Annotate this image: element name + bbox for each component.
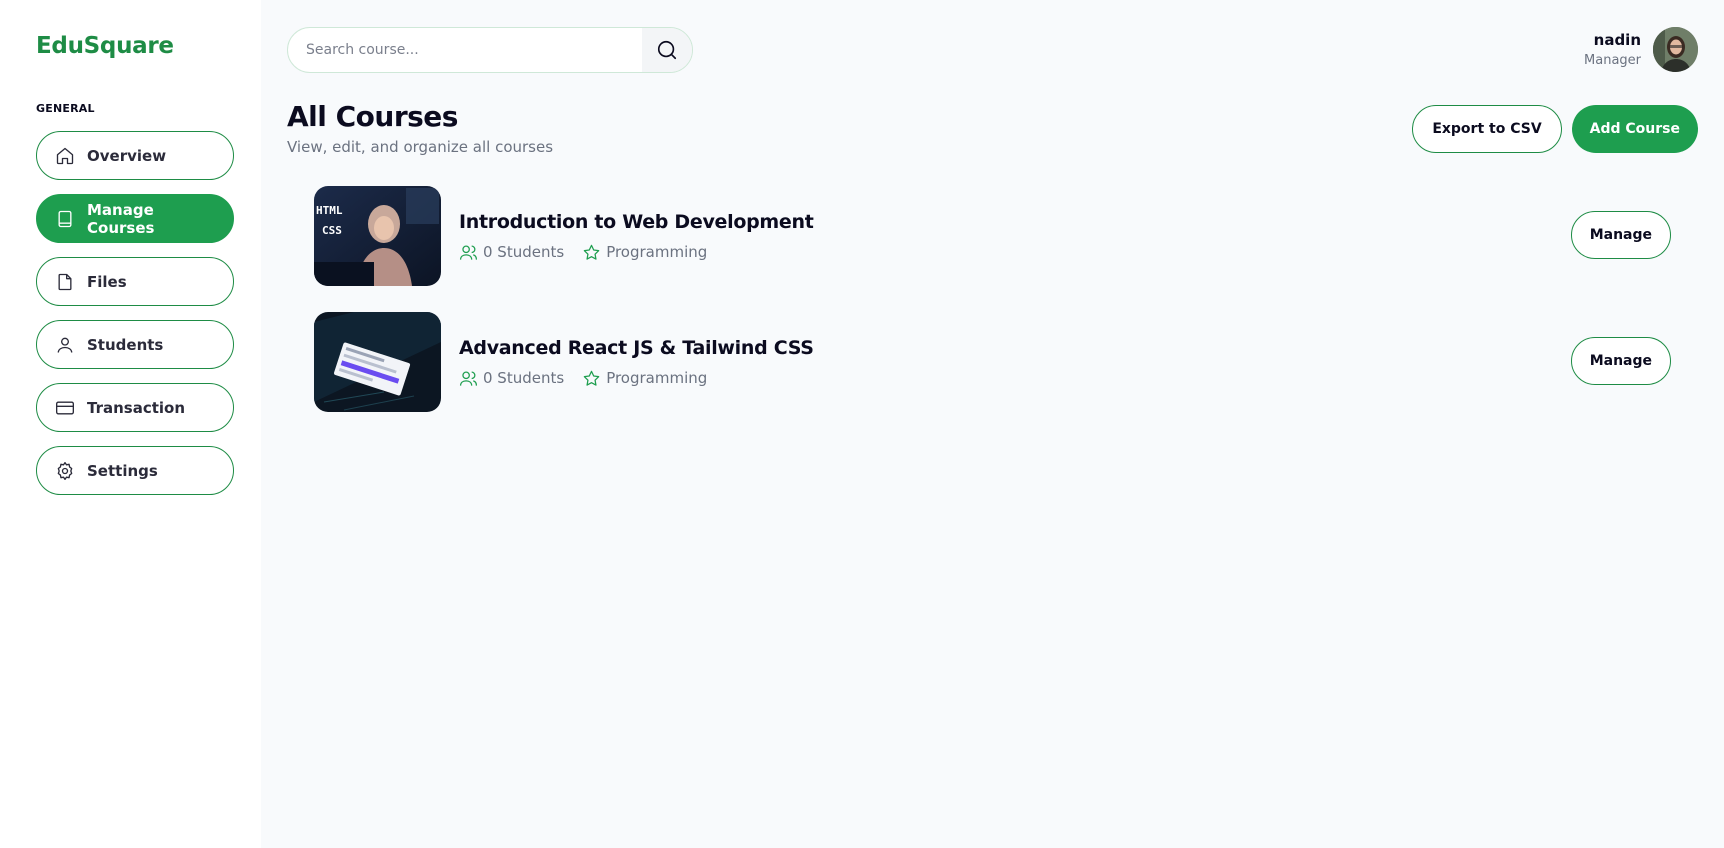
sidebar-item-label: Manage Courses bbox=[87, 200, 155, 237]
user-role: Manager bbox=[1584, 53, 1641, 68]
course-meta: 0 Students Programming bbox=[459, 369, 814, 388]
sidebar-section-label: GENERAL bbox=[36, 102, 95, 115]
users-icon bbox=[459, 243, 483, 262]
course-category: Programming bbox=[582, 369, 707, 388]
page-subtitle: View, edit, and organize all courses bbox=[287, 138, 554, 156]
course-row: Advanced React JS & Tailwind CSS 0 Stude… bbox=[314, 312, 1671, 412]
header-actions: Export to CSV Add Course bbox=[1412, 105, 1698, 153]
course-title[interactable]: Introduction to Web Development bbox=[459, 211, 814, 233]
search-icon bbox=[656, 39, 678, 61]
star-icon bbox=[582, 243, 606, 262]
category-label: Programming bbox=[606, 243, 708, 261]
course-category: Programming bbox=[582, 243, 707, 262]
credit-card-icon bbox=[55, 398, 75, 418]
course-list: HTML CSS Introduction to Web Development… bbox=[314, 186, 1671, 438]
search-input[interactable] bbox=[288, 28, 642, 72]
course-thumbnail[interactable]: HTML CSS bbox=[314, 186, 441, 286]
course-row: HTML CSS Introduction to Web Development… bbox=[314, 186, 1671, 286]
sidebar-item-label: Students bbox=[87, 335, 164, 354]
user-menu[interactable]: nadin Manager bbox=[1584, 27, 1698, 72]
sidebar: EduSquare GENERAL Overview Manage Course… bbox=[0, 0, 261, 848]
brand-logo[interactable]: EduSquare bbox=[36, 33, 174, 59]
manage-course-button[interactable]: Manage bbox=[1570, 211, 1671, 259]
course-thumbnail[interactable] bbox=[314, 312, 441, 412]
main-content: nadin Manager All Courses View, edit, an… bbox=[261, 0, 1724, 848]
sidebar-item-label: Files bbox=[87, 272, 127, 291]
sidebar-item-label: Transaction bbox=[87, 398, 186, 417]
app-root: EduSquare GENERAL Overview Manage Course… bbox=[0, 0, 1724, 848]
thumbnail-text: HTML bbox=[316, 204, 343, 217]
students-label: 0 Students bbox=[483, 369, 565, 387]
users-icon bbox=[459, 369, 483, 388]
sidebar-item-label: Settings bbox=[87, 461, 158, 480]
page-title: All Courses bbox=[287, 100, 458, 133]
sidebar-item-manage-courses[interactable]: Manage Courses bbox=[36, 194, 234, 243]
star-icon bbox=[582, 369, 606, 388]
thumbnail-text: CSS bbox=[322, 224, 342, 237]
home-icon bbox=[55, 146, 75, 166]
search-button[interactable] bbox=[642, 28, 692, 72]
gear-icon bbox=[55, 461, 75, 481]
user-info: nadin Manager bbox=[1584, 31, 1641, 68]
file-icon bbox=[55, 272, 75, 292]
user-icon bbox=[55, 335, 75, 355]
export-csv-button[interactable]: Export to CSV bbox=[1412, 105, 1562, 153]
course-info: Introduction to Web Development 0 Studen… bbox=[459, 211, 814, 262]
course-meta: 0 Students Programming bbox=[459, 243, 814, 262]
sidebar-item-files[interactable]: Files bbox=[36, 257, 234, 306]
sidebar-item-label: Overview bbox=[87, 146, 167, 165]
sidebar-item-overview[interactable]: Overview bbox=[36, 131, 234, 180]
sidebar-item-students[interactable]: Students bbox=[36, 320, 234, 369]
sidebar-item-transaction[interactable]: Transaction bbox=[36, 383, 234, 432]
sidebar-item-settings[interactable]: Settings bbox=[36, 446, 234, 495]
add-course-button[interactable]: Add Course bbox=[1571, 105, 1698, 153]
students-count: 0 Students bbox=[459, 243, 564, 262]
category-label: Programming bbox=[606, 369, 708, 387]
manage-course-button[interactable]: Manage bbox=[1570, 337, 1671, 385]
book-icon bbox=[55, 209, 75, 229]
course-info: Advanced React JS & Tailwind CSS 0 Stude… bbox=[459, 337, 814, 388]
search-bar bbox=[287, 27, 693, 73]
students-count: 0 Students bbox=[459, 369, 564, 388]
avatar[interactable] bbox=[1653, 27, 1698, 72]
students-label: 0 Students bbox=[483, 243, 565, 261]
user-name: nadin bbox=[1593, 31, 1641, 49]
sidebar-nav: Overview Manage Courses Files Students T… bbox=[36, 131, 234, 509]
course-title[interactable]: Advanced React JS & Tailwind CSS bbox=[459, 337, 814, 359]
